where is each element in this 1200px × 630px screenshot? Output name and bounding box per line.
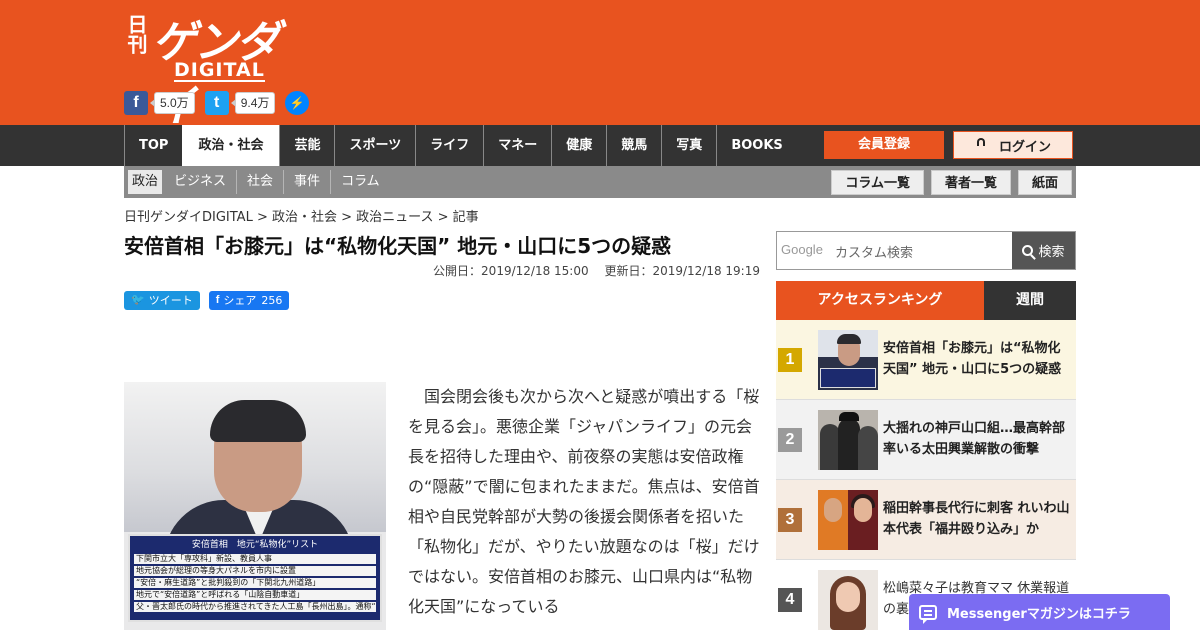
nav-item[interactable]: 政治・社会 <box>182 125 280 166</box>
ranking-item[interactable]: 2 大揺れの神戸山口組…最高幹部率いる太田興業解散の衝撃 <box>776 400 1076 480</box>
ranking-thumbnail <box>818 330 878 390</box>
nav-item[interactable]: 写真 <box>661 125 716 166</box>
nav-item[interactable]: マネー <box>483 125 551 166</box>
ranking-title: 安倍首相「お膝元」は“私物化天国” 地元・山口に5つの疑惑 <box>883 341 1062 377</box>
messenger-magazine-button[interactable]: Messengerマガジンはコチラ <box>909 594 1170 630</box>
twitter-count: 9.4万 <box>230 92 276 114</box>
ranking-thumbnail <box>818 410 878 470</box>
search-button-label: 検索 <box>1038 245 1065 260</box>
rank-number: 4 <box>778 588 802 612</box>
panel-line: 下関市立大「専攻科」新設、教員人事 <box>134 554 376 564</box>
panel-list: 下関市立大「専攻科」新設、教員人事 地元協会が総理の等身大パネルを市内に設置 “安倍… <box>134 554 376 614</box>
panel-line: 地元で“安倍道路”と呼ばれる「山陰自動車道」 <box>134 590 376 600</box>
share-button-label: シェア <box>223 294 257 307</box>
tweet-button[interactable]: 🐦 ツイート <box>124 291 200 310</box>
sub-nav-button[interactable]: 著者一覧 <box>930 170 1011 195</box>
sub-nav-item[interactable]: ビジネス <box>164 170 236 194</box>
search-button[interactable]: 検索 <box>1012 232 1075 269</box>
panel-line: 地元協会が総理の等身大パネルを市内に設置 <box>134 566 376 576</box>
ranking-tabs: アクセスランキング 週間 <box>776 281 1076 320</box>
register-button[interactable]: 会員登録 <box>824 131 944 159</box>
site-header: 日刊 ゲンダイ DIGITAL f 5.0万 t 9.4万 ⚡ <box>0 0 1200 132</box>
published-date: 公開日：2019/12/18 15:00 <box>433 264 589 278</box>
sub-nav-item[interactable]: 社会 <box>236 170 283 194</box>
nav-item[interactable]: ライフ <box>415 125 483 166</box>
rank-number: 1 <box>778 348 802 372</box>
twitter-bird-icon: 🐦 <box>131 294 145 306</box>
panel-line: “安倍・麻生道路”と批判殺到の「下関北九州道路」 <box>134 578 376 588</box>
share-count: 256 <box>261 294 283 307</box>
panel-line: 父・晋太郎氏の時代から推進されてきた人工島「長州出島」。通称“安倍アイランド” <box>134 602 376 612</box>
search-input[interactable]: カスタム検索 <box>835 242 913 261</box>
lock-icon <box>974 138 987 529</box>
updated-date: 更新日：2019/12/18 19:19 <box>604 264 760 278</box>
nav-item[interactable]: 競馬 <box>606 125 661 166</box>
article-title: 安倍首相「お膝元」は“私物化天国” 地元・山口に5つの疑惑 <box>124 234 672 258</box>
ranking-thumbnail <box>818 490 878 550</box>
nav-item[interactable]: スポーツ <box>334 125 415 166</box>
article-body: 国会閉会後も次から次へと疑惑が噴出する「桜を見る会」。悪徳企業「ジャパンライフ」… <box>408 387 760 616</box>
ranking-item[interactable]: 3 稲田幹事長代行に刺客 れいわ山本代表「福井殴り込み」か <box>776 480 1076 560</box>
sub-nav-button[interactable]: 紙面 <box>1017 170 1072 195</box>
panel-title: 安倍首相 地元“私物化”リスト <box>136 538 374 552</box>
article-dates: 公開日：2019/12/18 15:00 更新日：2019/12/18 19:1… <box>124 262 760 279</box>
nav-item[interactable]: TOP <box>124 125 182 166</box>
breadcrumb[interactable]: 日刊ゲンダイDIGITAL > 政治・社会 > 政治ニュース > 記事 <box>124 206 479 225</box>
facebook-icon[interactable]: f <box>124 91 148 115</box>
nav-item[interactable]: 健康 <box>551 125 606 166</box>
facebook-icon: f <box>215 294 220 306</box>
tweet-button-label: ツイート <box>148 294 193 307</box>
photo-caption-panel: 安倍首相 地元“私物化”リスト 下関市立大「専攻科」新設、教員人事 地元協会が総理… <box>128 534 382 622</box>
rank-number: 3 <box>778 508 802 532</box>
facebook-count: 5.0万 <box>150 92 195 114</box>
nav-item[interactable]: 芸能 <box>279 125 334 166</box>
messenger-magazine-label: Messengerマガジンはコチラ <box>947 606 1131 622</box>
facebook-share-button[interactable]: f シェア 256 <box>208 291 290 310</box>
site-logo[interactable]: 日刊 ゲンダイ DIGITAL <box>124 10 306 132</box>
sub-nav-item[interactable]: 政治 <box>128 170 163 194</box>
ranking-title: 大揺れの神戸山口組…最高幹部率いる太田興業解散の衝撃 <box>883 421 1066 457</box>
sub-nav-button[interactable]: コラム一覧 <box>831 170 924 195</box>
sub-nav-items: 政治 ビジネス 社会 事件 コラム <box>128 170 390 194</box>
google-logo: Google <box>781 242 823 257</box>
social-follow-bar: f 5.0万 t 9.4万 ⚡ <box>124 91 310 115</box>
share-buttons: 🐦 ツイート f シェア 256 <box>124 291 298 310</box>
chat-bubble-icon <box>919 604 937 624</box>
twitter-icon[interactable]: t <box>204 91 229 115</box>
main-nav: TOP 政治・社会 芸能 スポーツ ライフ マネー 健康 競馬 写真 BOOKS 会員登録 ログイ… <box>0 125 1200 529</box>
search-icon <box>1022 245 1034 256</box>
site-search: Google カスタム検索 検索 <box>776 231 1076 270</box>
sub-nav-item[interactable]: コラム <box>330 170 390 194</box>
ranking-thumbnail <box>818 570 878 630</box>
logo-sub-text: DIGITAL <box>174 59 265 82</box>
sub-nav: 政治 ビジネス 社会 事件 コラム コラム一覧 著者一覧 紙面 <box>124 166 1076 198</box>
rank-number: 2 <box>778 428 802 452</box>
ranking-title: 稲田幹事長代行に刺客 れいわ山本代表「福井殴り込み」か <box>883 501 1070 537</box>
article-photo[interactable]: 安倍首相 地元“私物化”リスト 下関市立大「専攻科」新設、教員人事 地元協会が総理… <box>124 382 386 630</box>
messenger-icon[interactable]: ⚡ <box>285 91 310 115</box>
sub-nav-item[interactable]: 事件 <box>283 170 330 194</box>
nav-item[interactable]: BOOKS <box>716 125 796 166</box>
login-button-label: ログイン <box>998 139 1051 155</box>
ranking-item[interactable]: 1 安倍首相「お膝元」は“私物化天国” 地元・山口に5つの疑惑 <box>776 320 1076 400</box>
tab-weekly[interactable]: 週間 <box>984 281 1076 320</box>
tab-access-ranking[interactable]: アクセスランキング <box>776 281 984 320</box>
login-button[interactable]: ログイン <box>953 131 1073 529</box>
main-nav-items: TOP 政治・社会 芸能 スポーツ ライフ マネー 健康 競馬 写真 BOOKS <box>124 125 797 166</box>
logo-small-text: 日刊 <box>124 14 148 54</box>
sub-nav-buttons: コラム一覧 著者一覧 紙面 <box>824 170 1072 195</box>
